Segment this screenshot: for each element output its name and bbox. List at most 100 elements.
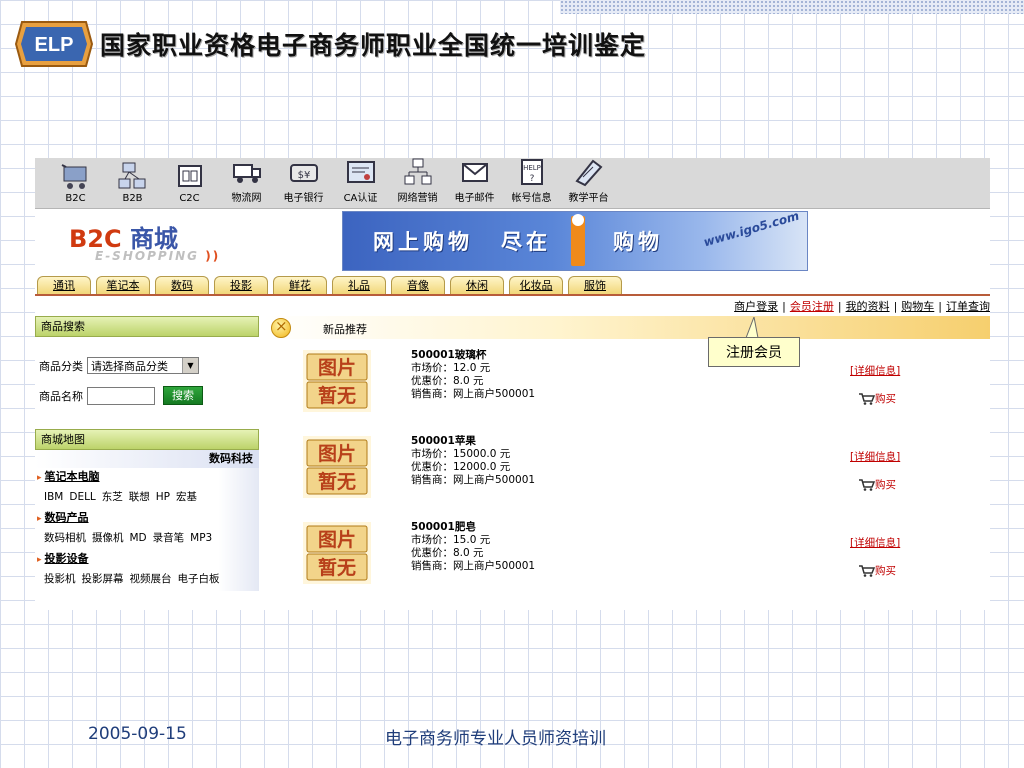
- category-tab[interactable]: 通讯: [37, 276, 91, 294]
- detail-label: [详细信息]: [850, 537, 901, 549]
- category-tab[interactable]: 投影: [214, 276, 268, 294]
- slide-title: 国家职业资格电子商务师职业全国统一培训鉴定: [100, 31, 647, 60]
- svg-text:$¥: $¥: [297, 170, 310, 181]
- elp-logo: ELP: [14, 18, 94, 70]
- product-row: 图片 暂无 500001苹果 市场价：15000.0 元优惠价：12000.0 元销售…: [265, 430, 990, 510]
- toolbar-item-b2c[interactable]: B2C: [47, 161, 104, 208]
- map-item-link[interactable]: 视频展台: [130, 573, 172, 585]
- map-item-link[interactable]: 摄像机: [92, 532, 124, 544]
- banner-text-1: 网上购物: [373, 230, 473, 254]
- map-section-title[interactable]: 笔记本电脑: [35, 468, 259, 485]
- toolbar-item-电子邮件[interactable]: 电子邮件: [446, 158, 503, 208]
- product-image-placeholder[interactable]: 图片 暂无: [303, 350, 371, 412]
- thumb-text-top: 图片: [318, 528, 356, 551]
- map-section-title[interactable]: 数码产品: [35, 509, 259, 526]
- thumb-text-bottom: 暂无: [318, 556, 356, 579]
- thumb-text-top: 图片: [318, 356, 356, 379]
- b2c-store-logo[interactable]: B2C 商城 E-SHOPPING )): [69, 219, 249, 267]
- map-section-items: 投影机 投影屏幕 视频展台 电子白板: [35, 567, 259, 591]
- category-tab[interactable]: 数码: [155, 276, 209, 294]
- map-item-link[interactable]: 数码相机: [44, 532, 86, 544]
- my-profile-link[interactable]: 我的资料: [846, 300, 890, 313]
- category-tab-label: 笔记本: [106, 279, 140, 292]
- product-detail-link[interactable]: [详细信息]: [850, 363, 900, 378]
- category-tab[interactable]: 笔记本: [96, 276, 150, 294]
- category-tab[interactable]: 鲜花: [273, 276, 327, 294]
- map-item-link[interactable]: 电子白板: [178, 573, 220, 585]
- banner-text-2: 尽在: [501, 230, 551, 254]
- logo-en-text: E-SHOPPING: [95, 249, 200, 263]
- category-select[interactable]: 请选择商品分类 ▼: [87, 357, 199, 374]
- product-detail-link[interactable]: [详细信息]: [850, 535, 900, 550]
- map-item-link[interactable]: IBM: [44, 491, 63, 503]
- buy-button[interactable]: 购买: [859, 477, 896, 492]
- category-tab-label: 休闲: [466, 279, 488, 292]
- close-icon[interactable]: [271, 317, 291, 338]
- product-name[interactable]: 500001苹果: [411, 435, 535, 448]
- map-item-link[interactable]: 投影屏幕: [82, 573, 124, 585]
- ad-banner[interactable]: 网上购物 尽在 购物 www.igo5.com: [342, 209, 808, 271]
- product-detail-link[interactable]: [详细信息]: [850, 449, 900, 464]
- category-label: 商品分类: [39, 359, 83, 373]
- product-name[interactable]: 500001玻璃杯: [411, 349, 535, 362]
- left-sidebar: 商品搜索 商品分类 请选择商品分类 ▼ 商品名称 搜索 商城地图 数码科技 笔记…: [35, 316, 259, 610]
- product-name-input[interactable]: [87, 386, 155, 405]
- buy-button[interactable]: 购买: [859, 391, 896, 406]
- buy-label: 购买: [875, 479, 896, 491]
- map-item-link[interactable]: 录音笔: [153, 532, 185, 544]
- category-tab[interactable]: 化妆品: [509, 276, 563, 294]
- category-tab[interactable]: 服饰: [568, 276, 622, 294]
- category-tab[interactable]: 音像: [391, 276, 445, 294]
- category-tab[interactable]: 礼品: [332, 276, 386, 294]
- network-icon: [118, 162, 145, 189]
- buy-label: 购买: [875, 565, 896, 577]
- chevron-down-icon[interactable]: ▼: [182, 358, 198, 373]
- buy-button[interactable]: 购买: [859, 563, 896, 578]
- map-item-link[interactable]: MP3: [190, 532, 212, 544]
- toolbar-item-网络营销[interactable]: 网络营销: [389, 158, 446, 208]
- map-section-title[interactable]: 投影设备: [35, 550, 259, 567]
- toolbar-item-ca认证[interactable]: CA认证: [332, 158, 389, 208]
- map-item-link[interactable]: DELL: [69, 491, 95, 503]
- detail-label: [详细信息]: [850, 451, 901, 463]
- order-query-link[interactable]: 订单查询: [946, 300, 990, 313]
- map-item-link[interactable]: 宏基: [176, 491, 197, 503]
- category-select-value: 请选择商品分类: [91, 360, 168, 373]
- map-item-link[interactable]: 联想: [129, 491, 150, 503]
- shopping-cart-icon: [61, 164, 86, 189]
- merchant-login-link[interactable]: 商户登录: [734, 300, 778, 313]
- product-discount-price: 优惠价：12000.0 元: [411, 461, 511, 473]
- register-callout: 注册会员: [708, 337, 800, 367]
- category-tab-label: 鲜花: [289, 279, 311, 292]
- member-register-link[interactable]: 会员注册: [790, 300, 834, 313]
- product-image-placeholder[interactable]: 图片 暂无: [303, 522, 371, 584]
- toolbar-item-电子银行[interactable]: $¥ 电子银行: [275, 158, 332, 208]
- toolbar-item-label: CA认证: [343, 193, 378, 204]
- map-item-link[interactable]: MD: [130, 532, 147, 544]
- cart-icon: [859, 564, 875, 577]
- toolbar-item-label: 网络营销: [397, 193, 438, 204]
- map-item-link[interactable]: 投影机: [44, 573, 76, 585]
- cart-link[interactable]: 购物车: [901, 300, 934, 313]
- category-tab-label: 数码: [171, 279, 193, 292]
- toolbar-item-label: C2C: [179, 193, 200, 204]
- product-name[interactable]: 500001肥皂: [411, 521, 535, 534]
- product-market-price: 市场价：15000.0 元: [411, 448, 511, 460]
- map-section-items: IBM DELL 东芝 联想 HP 宏基: [35, 485, 259, 509]
- product-image-placeholder[interactable]: 图片 暂无: [303, 436, 371, 498]
- map-section: 投影设备投影机投影屏幕视频展台电子白板: [35, 550, 259, 591]
- toolbar-item-物流网[interactable]: 物流网: [218, 158, 275, 208]
- new-products-header: 新品推荐: [265, 316, 990, 339]
- search-button[interactable]: 搜索: [163, 386, 203, 405]
- search-header: 商品搜索: [35, 316, 259, 337]
- teaching-icon: [574, 159, 602, 187]
- map-item-link[interactable]: 东芝: [102, 491, 123, 503]
- toolbar-item-b2b[interactable]: B2B: [104, 161, 161, 208]
- toolbar-item-教学平台[interactable]: 教学平台: [560, 158, 617, 208]
- category-tab[interactable]: 休闲: [450, 276, 504, 294]
- toolbar-item-c2c[interactable]: C2C: [161, 161, 218, 208]
- toolbar-item-帐号信息[interactable]: HELP? 帐号信息: [503, 158, 560, 208]
- map-item-link[interactable]: HP: [156, 491, 170, 503]
- product-discount-price: 优惠价：8.0 元: [411, 375, 484, 387]
- cart-icon: [859, 392, 875, 405]
